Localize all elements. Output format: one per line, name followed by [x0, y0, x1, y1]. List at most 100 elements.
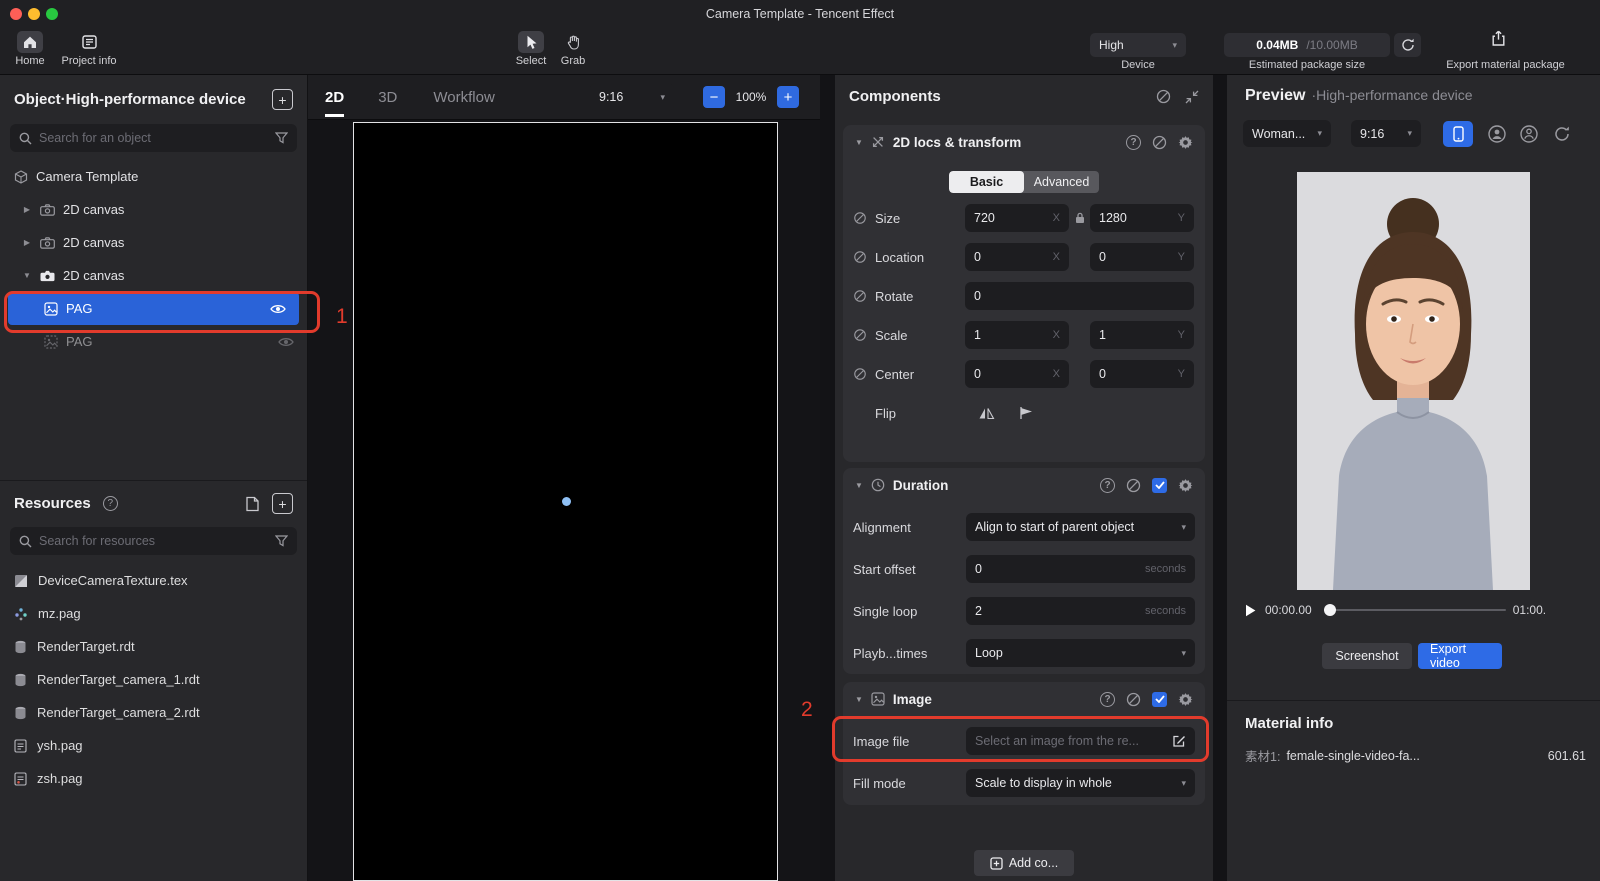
reset-icon[interactable] [1152, 135, 1167, 150]
tab-basic[interactable]: Basic [949, 171, 1024, 193]
tab-3d[interactable]: 3D [378, 78, 397, 117]
help-icon[interactable]: ? [1100, 478, 1115, 493]
zoom-in-button[interactable]: + [777, 86, 799, 108]
close-window-icon[interactable] [10, 8, 22, 20]
aspect-ratio-select[interactable]: 9:16 ▾ [590, 83, 674, 111]
preview-video-frame[interactable] [1297, 172, 1530, 590]
face-detect-icon[interactable] [1487, 124, 1507, 144]
edit-icon[interactable] [1172, 734, 1186, 748]
resource-item[interactable]: zsh.pag [0, 762, 307, 795]
preview-model-select[interactable]: Woman...▾ [1243, 120, 1331, 147]
flip-horizontal-icon[interactable] [966, 407, 1006, 420]
object-search[interactable] [10, 124, 297, 152]
scale-x-input[interactable]: 1X [965, 321, 1069, 349]
reset-all-icon[interactable] [1156, 89, 1171, 104]
resource-item[interactable]: ysh.pag [0, 729, 307, 762]
tree-item-2d-canvas-1[interactable]: ▶ 2D canvas [0, 193, 307, 226]
resource-item[interactable]: RenderTarget_camera_1.rdt [0, 663, 307, 696]
refresh-preview-icon[interactable] [1553, 125, 1571, 143]
body-detect-icon[interactable] [1519, 124, 1539, 144]
slider-thumb[interactable] [1324, 604, 1336, 616]
gear-icon[interactable] [1178, 135, 1193, 150]
help-icon[interactable]: ? [1126, 135, 1141, 150]
duration-enabled-checkbox[interactable] [1152, 478, 1167, 493]
size-y-input[interactable]: 1280Y [1090, 204, 1194, 232]
transform-section-header[interactable]: ▼ 2D locs & transform ? [843, 125, 1205, 159]
keyframe-icon[interactable] [853, 367, 867, 381]
canvas-stage[interactable] [353, 122, 778, 881]
resource-item[interactable]: DeviceCameraTexture.tex [0, 564, 307, 597]
new-resource-file-icon[interactable] [245, 496, 260, 512]
visibility-eye-icon[interactable] [278, 336, 294, 348]
export-video-button[interactable]: Export video [1418, 643, 1502, 669]
section-expanded-icon[interactable]: ▼ [855, 138, 863, 147]
device-quality-select[interactable]: High ▾ [1090, 33, 1186, 57]
expand-collapsed-icon[interactable]: ▶ [22, 205, 32, 214]
center-y-input[interactable]: 0Y [1090, 360, 1194, 388]
expand-collapsed-icon[interactable]: ▶ [22, 238, 32, 247]
tree-item-2d-canvas-3[interactable]: ▼ 2D canvas [0, 259, 307, 292]
lock-ratio-icon[interactable] [1069, 212, 1090, 224]
location-x-input[interactable]: 0X [965, 243, 1069, 271]
flip-vertical-icon[interactable] [1006, 406, 1046, 420]
keyframe-icon[interactable] [853, 289, 867, 303]
image-enabled-checkbox[interactable] [1152, 692, 1167, 707]
material-row[interactable]: 素材1: female-single-video-fa... 601.61 [1227, 732, 1600, 765]
screenshot-button[interactable]: Screenshot [1322, 643, 1412, 669]
add-resource-button[interactable]: + [272, 493, 293, 514]
keyframe-icon[interactable] [853, 328, 867, 342]
filter-icon[interactable] [275, 535, 288, 547]
anchor-point[interactable] [562, 497, 571, 506]
playback-times-select[interactable]: Loop ▾ [966, 639, 1195, 667]
device-preview-button[interactable] [1443, 121, 1473, 147]
tab-2d[interactable]: 2D [325, 78, 344, 117]
size-x-input[interactable]: 720X [965, 204, 1069, 232]
section-expanded-icon[interactable]: ▼ [855, 695, 863, 704]
keyframe-icon[interactable] [853, 211, 867, 225]
scale-y-input[interactable]: 1Y [1090, 321, 1194, 349]
refresh-package-button[interactable] [1394, 33, 1421, 57]
collapse-panel-icon[interactable] [1185, 90, 1199, 104]
play-button[interactable] [1245, 604, 1256, 617]
tree-item-2d-canvas-2[interactable]: ▶ 2D canvas [0, 226, 307, 259]
zoom-out-button[interactable]: − [703, 86, 725, 108]
home-button[interactable]: Home [8, 31, 52, 67]
add-object-button[interactable]: + [272, 89, 293, 110]
reset-icon[interactable] [1126, 692, 1141, 707]
grab-tool-button[interactable]: Grab [553, 31, 593, 67]
reset-icon[interactable] [1126, 478, 1141, 493]
tree-item-camera-template[interactable]: Camera Template [0, 160, 307, 193]
visibility-eye-icon[interactable] [270, 303, 286, 315]
select-tool-button[interactable]: Select [509, 31, 553, 67]
location-y-input[interactable]: 0Y [1090, 243, 1194, 271]
single-loop-input[interactable]: 2 seconds [966, 597, 1195, 625]
expand-expanded-icon[interactable]: ▼ [22, 271, 32, 280]
resources-search[interactable] [10, 527, 297, 555]
help-icon[interactable]: ? [103, 496, 118, 511]
fill-mode-select[interactable]: Scale to display in whole ▾ [966, 769, 1195, 797]
rotate-input[interactable]: 0 [965, 282, 1194, 310]
add-component-button[interactable]: Add co... [974, 850, 1074, 876]
object-search-input[interactable] [39, 131, 268, 145]
start-offset-input[interactable]: 0 seconds [966, 555, 1195, 583]
export-package-button[interactable] [1480, 30, 1516, 47]
tree-item-pag-hidden[interactable]: PAG [0, 325, 307, 358]
project-info-button[interactable]: Project info [56, 31, 122, 67]
resource-item[interactable]: mz.pag [0, 597, 307, 630]
maximize-window-icon[interactable] [46, 8, 58, 20]
timeline-slider[interactable] [1324, 604, 1506, 616]
gear-icon[interactable] [1178, 478, 1193, 493]
tab-workflow[interactable]: Workflow [433, 78, 494, 117]
center-x-input[interactable]: 0X [965, 360, 1069, 388]
resource-item[interactable]: RenderTarget_camera_2.rdt [0, 696, 307, 729]
filter-icon[interactable] [275, 132, 288, 144]
alignment-select[interactable]: Align to start of parent object ▾ [966, 513, 1195, 541]
resource-item[interactable]: RenderTarget.rdt [0, 630, 307, 663]
duration-section-header[interactable]: ▼ Duration ? [843, 468, 1205, 502]
tree-item-pag-selected[interactable]: PAG [8, 292, 299, 325]
resources-search-input[interactable] [39, 534, 268, 548]
minimize-window-icon[interactable] [28, 8, 40, 20]
help-icon[interactable]: ? [1100, 692, 1115, 707]
keyframe-icon[interactable] [853, 250, 867, 264]
gear-icon[interactable] [1178, 692, 1193, 707]
